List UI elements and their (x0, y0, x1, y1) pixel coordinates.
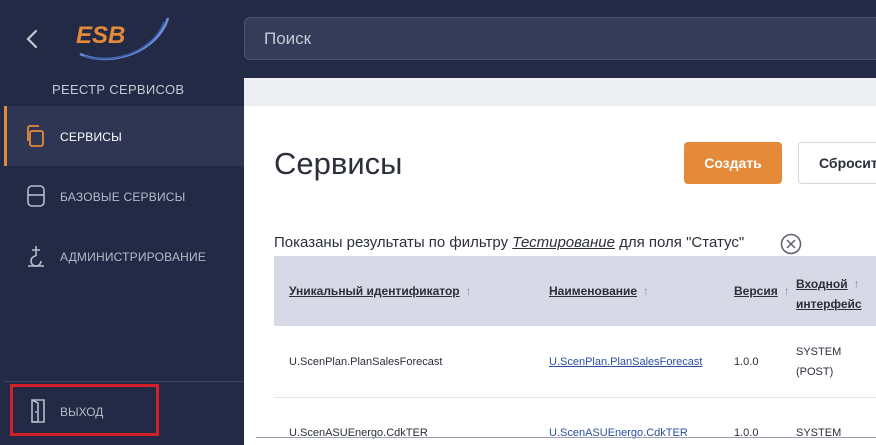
sidebar-item-services[interactable]: СЕРВИСЫ (4, 106, 244, 166)
cell-interface-method: (POST) (796, 366, 834, 378)
copy-documents-icon (27, 125, 44, 147)
search-input[interactable] (244, 17, 876, 60)
cell-version: 1.0.0 (734, 356, 759, 368)
bottom-border (256, 437, 876, 438)
create-button[interactable]: Создать (684, 142, 782, 184)
search-placeholder: Поиск (264, 29, 312, 48)
arrow-up-icon: ↑ (853, 277, 860, 291)
filter-prefix: Показаны результаты по фильтру (274, 234, 509, 251)
sidebar-item-base-services[interactable]: БАЗОВЫЕ СЕРВИСЫ (4, 166, 244, 226)
logo-text: ESB (76, 22, 125, 49)
sidebar-item-label: АДМИНИСТРИРОВАНИЕ (60, 250, 207, 264)
arrow-up-icon: ↑ (465, 284, 472, 298)
chevron-left-icon[interactable] (22, 26, 44, 52)
registry-title: РЕЕСТР СЕРВИСОВ (52, 82, 185, 97)
filter-suffix: для поля "Статус" (619, 234, 745, 251)
exit-button[interactable]: ВЫХОД (60, 405, 103, 419)
row-divider (274, 397, 876, 398)
arrow-up-icon: ↑ (783, 284, 790, 298)
column-header-version[interactable]: Версия ↑ (734, 284, 790, 298)
close-circle-icon[interactable] (780, 233, 802, 255)
column-header-id[interactable]: Уникальный идентификатор ↑ (289, 284, 472, 298)
column-header-name[interactable]: Наименование ↑ (549, 284, 649, 298)
sidebar-item-label: СЕРВИСЫ (60, 130, 122, 144)
arrow-up-icon: ↑ (643, 284, 650, 298)
sidebar-item-label: БАЗОВЫЕ СЕРВИСЫ (60, 190, 186, 204)
filter-value-link[interactable]: Тестирование (512, 234, 615, 251)
reset-button[interactable]: Сбросить (798, 142, 876, 184)
sidebar-item-administration[interactable]: АДМИНИСТРИРОВАНИЕ (4, 226, 244, 286)
sidebar-divider (4, 381, 244, 382)
filter-info: Показаны результаты по фильтру Тестирова… (274, 234, 744, 251)
database-icon (27, 185, 45, 207)
door-exit-icon[interactable] (26, 398, 50, 424)
cell-name-link[interactable]: U.ScenPlan.PlanSalesForecast (549, 356, 702, 368)
cell-interface: SYSTEM (796, 346, 842, 358)
esb-logo: ESB (76, 17, 170, 61)
cell-id: U.ScenPlan.PlanSalesForecast (289, 356, 443, 368)
admin-hook-icon (28, 246, 44, 267)
column-header-interface[interactable]: Входной ↑ интерфейс (796, 274, 862, 314)
page-title: Сервисы (274, 146, 403, 181)
